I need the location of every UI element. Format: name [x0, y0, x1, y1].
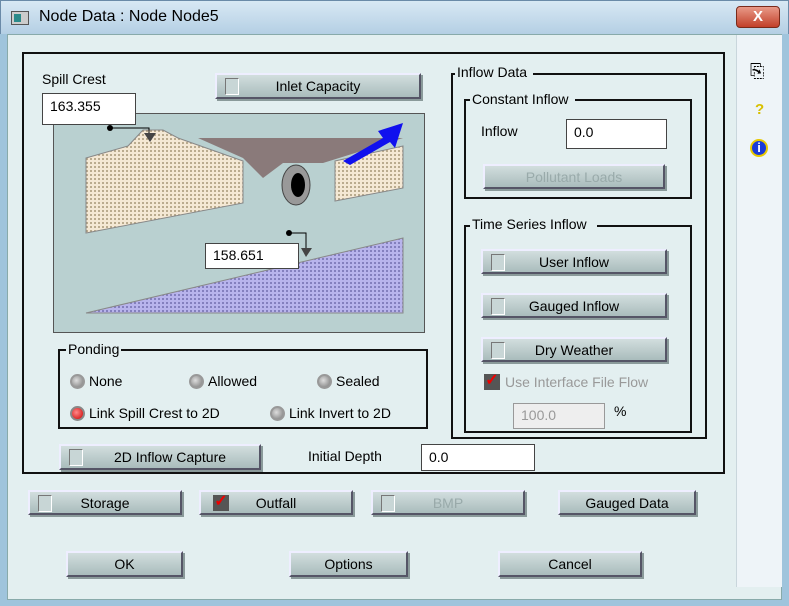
2d-inflow-capture-label: 2D Inflow Capture: [113, 449, 227, 465]
radio-label: Link Invert to 2D: [289, 405, 391, 421]
checkbox-icon: [225, 78, 239, 95]
gauged-inflow-button[interactable]: Gauged Inflow: [481, 293, 667, 318]
interface-flow-percent-input[interactable]: 100.0: [513, 403, 605, 429]
dry-weather-button[interactable]: Dry Weather: [481, 337, 667, 362]
info-icon[interactable]: i: [750, 139, 768, 157]
storage-label: Storage: [80, 494, 130, 511]
bmp-label: BMP: [432, 494, 464, 511]
help-icon[interactable]: ?: [755, 101, 764, 118]
node-diagram: [53, 113, 425, 333]
radio-link-spill-crest[interactable]: Link Spill Crest to 2D: [70, 405, 220, 421]
pollutant-loads-button[interactable]: Pollutant Loads: [483, 164, 665, 189]
options-button[interactable]: Options: [289, 551, 408, 577]
checkbox-icon: [381, 495, 395, 512]
outfall-button[interactable]: ✓ Outfall: [199, 490, 353, 515]
radio-label: Allowed: [208, 373, 258, 389]
gauged-inflow-label: Gauged Inflow: [528, 297, 620, 314]
time-series-inflow-label: Time Series Inflow: [470, 216, 597, 232]
checkbox-icon: [491, 298, 505, 315]
radio-label: Link Spill Crest to 2D: [89, 405, 220, 421]
inlet-capacity-button[interactable]: Inlet Capacity: [215, 73, 421, 99]
checkbox-icon: [38, 495, 52, 512]
ponding-label: Ponding: [66, 341, 122, 357]
checkbox-icon: [491, 254, 505, 271]
constant-inflow-label: Constant Inflow: [470, 91, 575, 107]
invert-level-input[interactable]: 158.651: [205, 243, 299, 269]
spill-crest-label: Spill Crest: [42, 71, 106, 87]
close-button[interactable]: X: [736, 6, 780, 28]
outfall-label: Outfall: [255, 494, 297, 511]
dialog-body: Spill Crest 163.355 Inlet Capacity 158.6…: [7, 34, 782, 600]
inflow-label: Inflow: [481, 123, 518, 139]
gauged-data-button[interactable]: Gauged Data: [558, 490, 696, 515]
radio-none[interactable]: None: [70, 373, 122, 389]
radio-label: None: [89, 373, 123, 389]
use-interface-label: Use Interface File Flow: [505, 374, 649, 390]
radio-icon: [70, 373, 85, 389]
radio-label: Sealed: [336, 373, 380, 389]
checkmark-icon: ✓: [484, 372, 500, 390]
use-interface-file-flow-checkbox[interactable]: ✓ Use Interface File Flow: [484, 372, 649, 390]
checkbox-icon: [491, 342, 505, 359]
radio-allowed[interactable]: Allowed: [189, 373, 257, 389]
side-toolbar: ⎘ ? i: [736, 35, 782, 587]
radio-selected-icon: [70, 405, 85, 421]
checkbox-icon: [69, 449, 83, 466]
title-bar: Node Data : Node Node5 X: [0, 0, 789, 34]
radio-link-invert[interactable]: Link Invert to 2D: [270, 405, 391, 421]
radio-sealed[interactable]: Sealed: [317, 373, 380, 389]
initial-depth-input[interactable]: 0.0: [421, 444, 535, 471]
bmp-button[interactable]: BMP: [371, 490, 525, 515]
2d-inflow-capture-button[interactable]: 2D Inflow Capture: [59, 444, 261, 470]
copy-icon[interactable]: ⎘: [750, 61, 764, 82]
radio-icon: [317, 373, 332, 389]
user-inflow-button[interactable]: User Inflow: [481, 249, 667, 274]
radio-icon: [189, 373, 204, 389]
dry-weather-label: Dry Weather: [534, 341, 614, 358]
inflow-input[interactable]: 0.0: [566, 119, 667, 149]
user-inflow-label: User Inflow: [538, 253, 610, 270]
checkmark-icon: ✓: [213, 493, 229, 511]
storage-button[interactable]: Storage: [28, 490, 182, 515]
inflow-data-label: Inflow Data: [455, 64, 534, 80]
percent-label: %: [614, 403, 627, 419]
radio-icon: [270, 405, 285, 421]
cancel-button[interactable]: Cancel: [498, 551, 642, 577]
app-icon: [11, 11, 29, 25]
inlet-capacity-label: Inlet Capacity: [275, 78, 361, 94]
initial-depth-label: Initial Depth: [308, 448, 382, 464]
window-title: Node Data : Node Node5: [39, 8, 219, 25]
ok-button[interactable]: OK: [66, 551, 183, 577]
spill-crest-input[interactable]: 163.355: [42, 93, 136, 125]
